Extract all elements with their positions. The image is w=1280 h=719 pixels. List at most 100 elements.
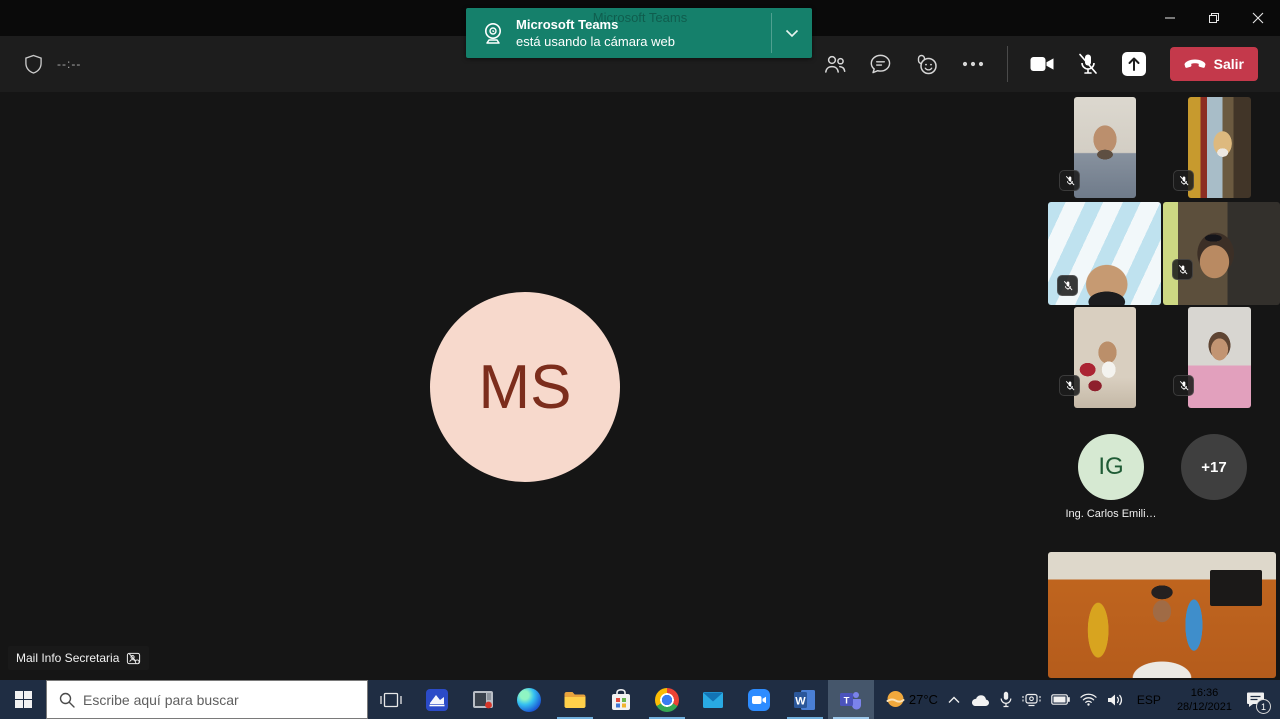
wifi-tray-button[interactable] [1075,680,1102,719]
share-button[interactable] [1114,44,1154,84]
clock[interactable]: 16:36 28/12/2021 [1169,686,1240,714]
system-tray: 27°C [879,680,1280,719]
search-input[interactable] [83,692,367,708]
leave-button[interactable]: Salir [1170,47,1258,81]
banner-expand-button[interactable] [772,8,812,58]
tray-overflow-button[interactable] [943,680,965,719]
action-center-button[interactable]: 1 [1240,680,1275,719]
language-indicator[interactable]: ESP [1129,680,1169,719]
chrome-icon [655,688,679,712]
taskbar-search[interactable] [46,680,368,719]
snip-sketch-icon [471,688,495,712]
onedrive-cloud-icon [970,693,990,707]
teams-meeting-window: Microsoft Teams Microsoft Teams está usa… [0,0,1280,719]
participant-video [1188,97,1251,198]
taskbar-app-mail[interactable] [690,680,736,719]
reactions-button[interactable] [907,44,947,84]
participant-muted-icon [126,651,141,666]
chat-icon [869,53,892,75]
task-view-icon [380,691,402,709]
taskbar-app-edge[interactable] [506,680,552,719]
participants-button[interactable] [815,44,855,84]
microphone-tray-button[interactable] [995,680,1017,719]
share-icon [1122,52,1146,76]
chevron-down-icon [785,29,799,38]
svg-text:W: W [795,695,806,707]
more-options-button[interactable] [953,44,993,84]
participant-video [1074,97,1136,198]
weather-sun-icon [884,688,907,711]
microsoft-store-icon [609,688,633,712]
security-button[interactable] [24,44,43,84]
taskbar-app-file-explorer[interactable] [552,680,598,719]
mic-muted-badge [1059,375,1080,396]
weather-widget[interactable]: 27°C [879,680,943,719]
chevron-up-icon [948,696,960,704]
camera-in-use-tray-button[interactable] [1017,680,1046,719]
shield-icon [24,54,43,75]
mic-muted-badge [1057,275,1078,296]
camera-on-icon [1029,54,1055,74]
meeting-timer: --:-- [57,57,81,71]
temperature-label: 27°C [909,692,938,707]
reactions-icon [915,53,939,76]
minimize-button[interactable] [1148,0,1192,36]
camera-in-use-icon [1022,692,1041,707]
taskbar-app-chrome[interactable] [644,680,690,719]
volume-tray-button[interactable] [1102,680,1129,719]
close-icon [1252,12,1264,24]
window-controls [1148,0,1280,36]
mic-toggle-button[interactable] [1068,44,1108,84]
task-view-button[interactable] [368,680,414,719]
meeting-controls: Salir [815,44,1258,84]
webcam-icon [479,19,507,47]
toolbar-divider [1007,46,1008,82]
more-options-icon [962,61,984,67]
pinned-participant-nameplate: Mail Info Secretaria [8,646,149,670]
pinned-participant-name: Mail Info Secretaria [16,651,119,665]
mic-muted-badge [1172,259,1193,280]
file-explorer-icon [563,688,587,712]
microphone-icon [1000,691,1012,708]
battery-tray-button[interactable] [1046,680,1075,719]
participant-initials-avatar[interactable]: IG [1078,434,1144,500]
banner-text: Microsoft Teams está usando la cámara we… [516,17,771,49]
participant-video [1163,202,1280,305]
mic-muted-badge [1173,375,1194,396]
participant-video-tile[interactable] [1188,97,1251,198]
onedrive-tray-button[interactable] [965,680,995,719]
chat-button[interactable] [861,44,901,84]
taskbar-app-teams[interactable]: T [828,680,874,719]
close-button[interactable] [1236,0,1280,36]
taskbar-app-scanner[interactable] [414,680,460,719]
zoom-icon [747,688,771,712]
camera-toggle-button[interactable] [1022,44,1062,84]
ig-avatar-initials: IG [1098,453,1123,481]
windows-logo-icon [15,691,32,708]
teams-icon: T [839,688,863,712]
participant-video-tile[interactable] [1074,307,1136,408]
windows-taskbar: W T 27°C [0,680,1280,719]
mic-muted-badge [1173,170,1194,191]
meeting-info: --:-- [24,44,81,84]
restore-icon [1208,12,1220,24]
participant-video-tile[interactable] [1188,307,1251,408]
overflow-count: +17 [1201,459,1226,476]
camera-notification-banner[interactable]: Microsoft Teams está usando la cámara we… [466,8,812,58]
start-button[interactable] [0,680,46,719]
taskbar-app-store[interactable] [598,680,644,719]
participant-video-tile[interactable] [1163,202,1280,305]
clock-time: 16:36 [1191,686,1219,700]
mic-muted-badge [1059,170,1080,191]
overflow-participants-badge[interactable]: +17 [1181,434,1247,500]
taskbar-app-snip-sketch[interactable] [460,680,506,719]
taskbar-app-word[interactable]: W [782,680,828,719]
taskbar-app-zoom[interactable] [736,680,782,719]
restore-button[interactable] [1192,0,1236,36]
participant-video-tile[interactable] [1048,202,1161,305]
search-icon [59,692,75,708]
speaker-video-tile[interactable] [1048,552,1276,678]
banner-app-name: Microsoft Teams [516,17,771,32]
participant-video-tile[interactable] [1074,97,1136,198]
hangup-icon [1184,59,1206,69]
